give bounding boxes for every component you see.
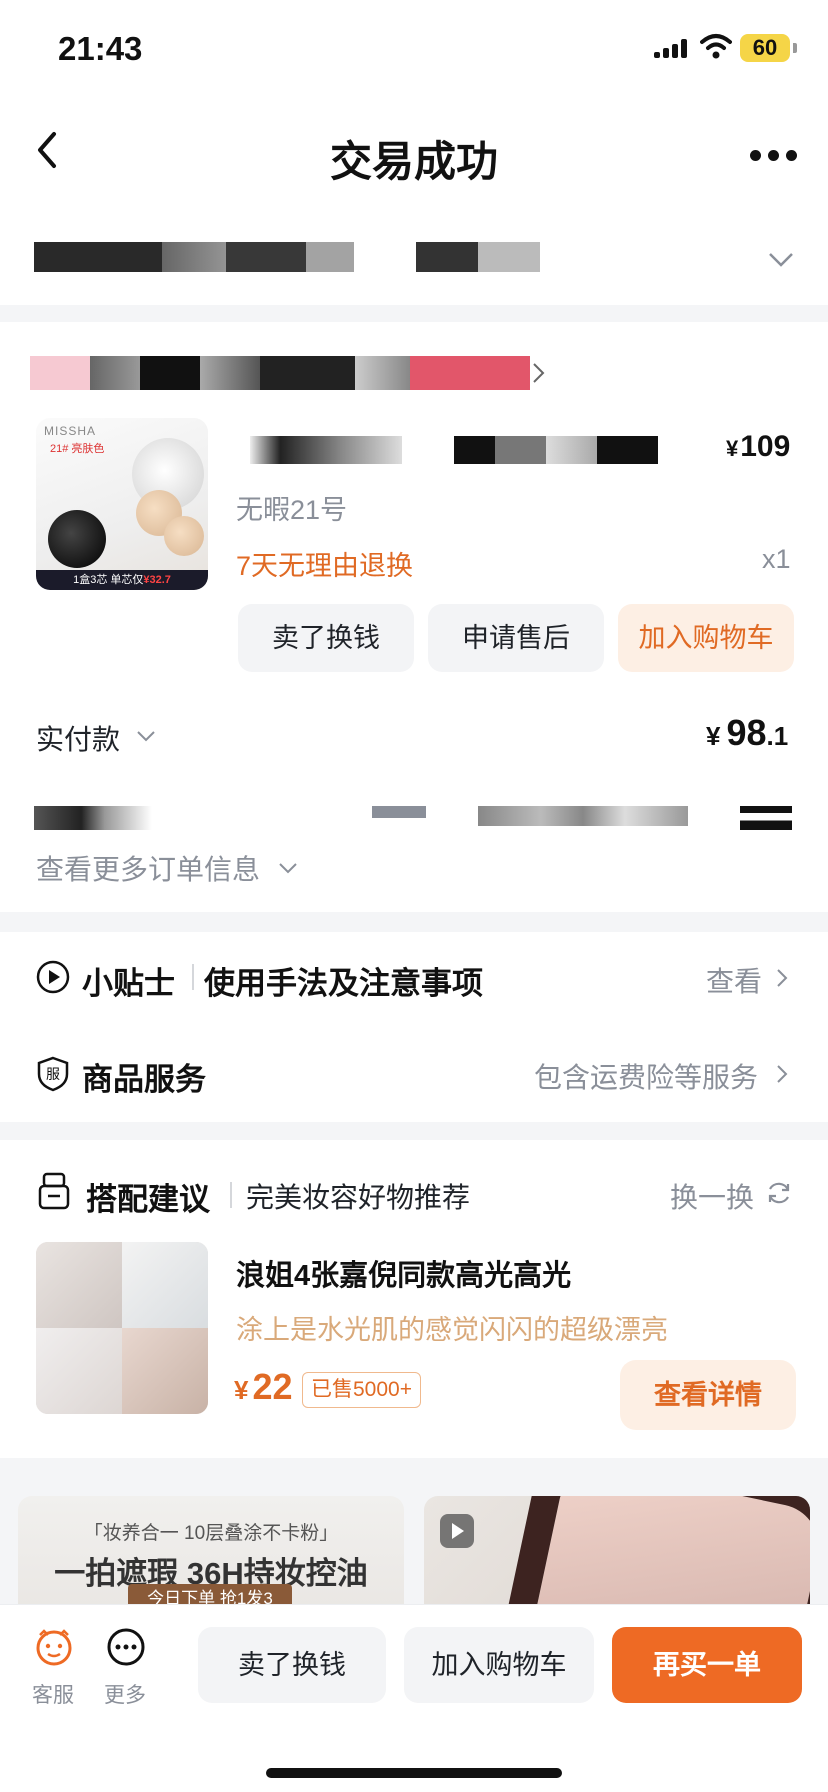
rebuy-button[interactable]: 再买一单 — [612, 1627, 802, 1703]
feed-card-tagline: 「妆养合一 10层叠涂不卡粉」 — [83, 1523, 339, 1544]
customer-service-label[interactable]: 客服 — [32, 1679, 74, 1709]
suggestion-product-desc: 涂上是水光肌的感觉闪闪的超级漂亮 — [236, 1315, 668, 1345]
chevron-down-icon[interactable] — [768, 252, 794, 268]
product-spec: 无暇21号 — [236, 495, 348, 525]
return-policy: 7天无理由退换 — [236, 551, 414, 581]
product-brand: MISSHA — [44, 424, 97, 438]
more-icon[interactable] — [106, 1627, 146, 1667]
suggestion-icon — [38, 1172, 70, 1210]
product-quantity: x1 — [762, 544, 791, 574]
service-shield-icon: 服 — [37, 1056, 69, 1092]
suggestion-card: 搭配建议 完美妆容好物推荐 换一换 浪姐4张嘉倪同款高光高光 涂上是水光肌的感觉… — [0, 1140, 828, 1458]
bottom-sell-button[interactable]: 卖了换钱 — [198, 1627, 386, 1703]
sold-count-badge: 已售5000+ — [302, 1372, 421, 1408]
paid-label[interactable]: 实付款 — [36, 718, 120, 758]
chevron-right-icon — [533, 363, 545, 383]
add-to-cart-button[interactable]: 加入购物车 — [618, 604, 794, 672]
nav-bar: 交易成功 — [0, 100, 828, 210]
redacted-address — [34, 242, 354, 272]
service-detail[interactable]: 包含运费险等服务 — [534, 1056, 758, 1096]
redacted-order-info — [372, 806, 426, 818]
redacted-product-title[interactable] — [250, 436, 402, 464]
page-title: 交易成功 — [329, 138, 498, 185]
status-bar: 21:43 60 — [0, 0, 828, 100]
suggestion-product-image[interactable] — [36, 1242, 208, 1414]
product-promo-strip: 1盒3芯 单芯仅¥32.7 — [36, 570, 208, 590]
divider — [192, 964, 194, 990]
tips-service-card: 小贴士 使用手法及注意事项 查看 服 商品服务 包含运费险等服务 — [0, 932, 828, 1122]
view-detail-button[interactable]: 查看详情 — [620, 1360, 796, 1430]
chevron-down-icon[interactable] — [278, 862, 298, 876]
suggestion-product-price: ¥22 — [234, 1366, 293, 1407]
after-sale-button[interactable]: 申请售后 — [428, 604, 604, 672]
paid-amount: ¥98.1 — [706, 712, 789, 753]
sell-button[interactable]: 卖了换钱 — [238, 604, 414, 672]
video-play-icon — [440, 1514, 474, 1548]
redacted-order-info — [740, 806, 792, 830]
service-title: 商品服务 — [82, 1062, 206, 1097]
more-label[interactable]: 更多 — [104, 1679, 146, 1709]
suggestion-subtitle: 完美妆容好物推荐 — [246, 1182, 471, 1213]
more-options-icon[interactable] — [750, 150, 798, 162]
suggestion-product-name[interactable]: 浪姐4张嘉倪同款高光高光 — [236, 1252, 571, 1294]
order-detail-page: 21:43 60 交易成功 MISSHA 21# 亮肤色 1盒3芯 单芯仅¥32… — [0, 0, 828, 1792]
chevron-right-icon[interactable] — [776, 1064, 788, 1084]
divider — [230, 1182, 232, 1208]
redacted-address — [416, 242, 540, 272]
more-order-info-link[interactable]: 查看更多订单信息 — [36, 848, 260, 888]
customer-service-icon[interactable] — [34, 1627, 74, 1667]
redacted-shop-name[interactable] — [30, 356, 530, 390]
refresh-button[interactable]: 换一换 — [670, 1176, 754, 1216]
suggestion-title: 搭配建议 — [86, 1182, 210, 1217]
redacted-order-info — [478, 806, 688, 826]
shipping-address[interactable] — [0, 210, 828, 305]
redacted-product-title[interactable] — [454, 436, 658, 464]
product-image[interactable]: MISSHA 21# 亮肤色 1盒3芯 单芯仅¥32.7 — [36, 418, 208, 590]
signal-icon — [654, 38, 690, 58]
home-indicator — [266, 1768, 562, 1778]
tips-title: 小贴士 — [82, 966, 175, 1001]
bottom-action-bar: 客服 更多 卖了换钱 加入购物车 再买一单 — [0, 1604, 828, 1792]
play-circle-icon — [36, 960, 70, 994]
product-shade: 21# 亮肤色 — [50, 443, 105, 455]
chevron-down-icon[interactable] — [136, 730, 156, 744]
order-product-card: MISSHA 21# 亮肤色 1盒3芯 单芯仅¥32.7 ¥109 无暇21号 … — [0, 322, 828, 912]
battery-icon: 60 — [740, 34, 797, 62]
redacted-order-info — [34, 806, 152, 830]
chevron-right-icon[interactable] — [776, 968, 788, 988]
tips-view-link[interactable]: 查看 — [706, 960, 762, 1000]
wifi-icon — [700, 34, 732, 59]
refresh-icon[interactable] — [766, 1180, 792, 1206]
tips-subtitle[interactable]: 使用手法及注意事项 — [204, 958, 483, 1003]
bottom-add-cart-button[interactable]: 加入购物车 — [404, 1627, 594, 1703]
product-price: ¥109 — [726, 430, 791, 463]
svg-text:服: 服 — [46, 1067, 60, 1083]
status-time: 21:43 — [58, 30, 143, 67]
